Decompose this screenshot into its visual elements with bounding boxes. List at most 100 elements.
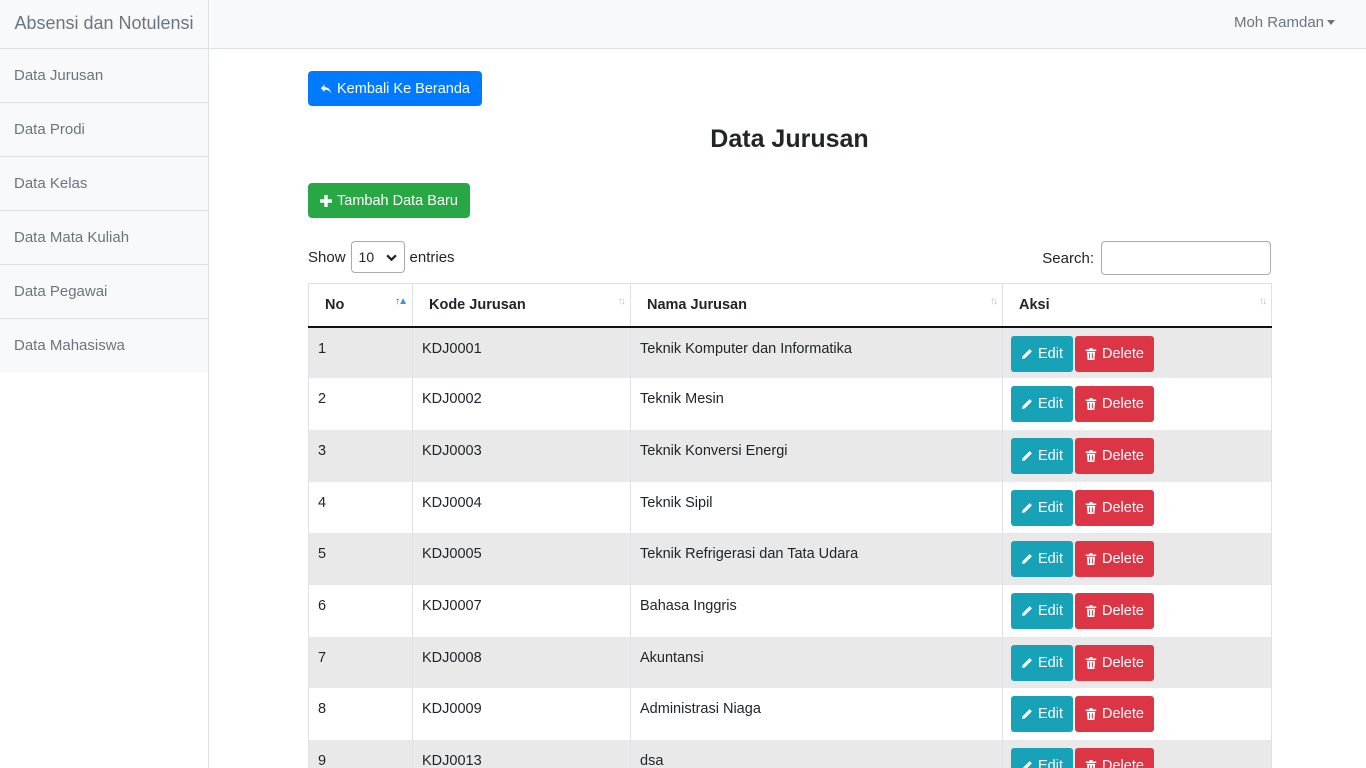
table-row: 7 KDJ0008 Akuntansi Edit Delete — [308, 636, 1272, 689]
pencil-icon — [1022, 606, 1032, 616]
edit-label: Edit — [1038, 345, 1063, 362]
edit-label: Edit — [1038, 602, 1063, 619]
cell-nama-jurusan: dsa — [630, 740, 1003, 768]
delete-button[interactable]: Delete — [1075, 386, 1154, 423]
trash-icon — [1085, 347, 1097, 360]
sidebar-item-data-pegawai[interactable]: Data Pegawai — [0, 265, 208, 319]
top-navbar: Absensi dan Notulensi Moh Ramdan — [0, 0, 1366, 49]
sidebar-item-data-prodi[interactable]: Data Prodi — [0, 103, 208, 157]
trash-icon — [1085, 604, 1097, 617]
search-input[interactable] — [1101, 241, 1271, 275]
cell-kode-jurusan: KDJ0009 — [412, 688, 631, 740]
edit-label: Edit — [1038, 396, 1063, 413]
delete-label: Delete — [1102, 345, 1144, 362]
trash-icon — [1085, 656, 1097, 669]
delete-button[interactable]: Delete — [1075, 644, 1154, 681]
sidebar: Data Jurusan Data Prodi Data Kelas Data … — [0, 49, 209, 768]
cell-aksi: Edit Delete — [1002, 481, 1272, 534]
delete-button[interactable]: Delete — [1075, 748, 1154, 768]
edit-button[interactable]: Edit — [1011, 489, 1073, 526]
sidebar-item-data-kelas[interactable]: Data Kelas — [0, 157, 208, 211]
cell-no: 2 — [308, 378, 413, 430]
sidebar-item-data-jurusan[interactable]: Data Jurusan — [0, 49, 208, 103]
table-row: 3 KDJ0003 Teknik Konversi Energi Edit Delete — [308, 429, 1272, 482]
cell-no: 1 — [308, 326, 413, 379]
cell-aksi: Edit Delete — [1002, 740, 1272, 768]
table-row: 5 KDJ0005 Teknik Refrigerasi dan Tata Udar… — [308, 533, 1272, 585]
delete-button[interactable]: Delete — [1075, 696, 1154, 733]
cell-no: 7 — [308, 636, 413, 689]
pencil-icon — [1022, 348, 1032, 359]
delete-label: Delete — [1102, 602, 1144, 619]
back-button-label: Kembali Ke Beranda — [337, 80, 470, 97]
cell-nama-jurusan: Teknik Sipil — [630, 481, 1003, 534]
cell-no: 6 — [308, 584, 413, 637]
cell-kode-jurusan: KDJ0002 — [412, 378, 631, 430]
cell-aksi: Edit Delete — [1002, 688, 1272, 740]
sort-asc-icon: ↑▲ — [395, 296, 408, 307]
delete-label: Delete — [1102, 654, 1144, 671]
delete-button[interactable]: Delete — [1075, 335, 1154, 372]
app-brand[interactable]: Absensi dan Notulensi — [0, 0, 209, 49]
delete-button[interactable]: Delete — [1075, 541, 1154, 578]
cell-aksi: Edit Delete — [1002, 429, 1272, 482]
column-header-aksi[interactable]: Aksi ↑↓ — [1002, 283, 1272, 328]
cell-aksi: Edit Delete — [1002, 584, 1272, 637]
cell-kode-jurusan: KDJ0004 — [412, 481, 631, 534]
sort-icon: ↑↓ — [990, 296, 998, 307]
edit-label: Edit — [1038, 758, 1063, 768]
page-title: Data Jurusan — [710, 125, 869, 153]
user-name: Moh Ramdan — [1233, 14, 1324, 31]
cell-aksi: Edit Delete — [1002, 326, 1272, 379]
edit-label: Edit — [1038, 551, 1063, 568]
edit-button[interactable]: Edit — [1011, 644, 1073, 681]
entries-selected-value: 10 — [358, 249, 375, 265]
delete-label: Delete — [1102, 758, 1144, 768]
table-row: 4 KDJ0004 Teknik Sipil Edit Delete — [308, 481, 1272, 534]
cell-nama-jurusan: Bahasa Inggris — [630, 584, 1003, 637]
main-content: Kembali Ke Beranda Data Jurusan Tambah D… — [209, 49, 1366, 768]
trash-icon — [1085, 760, 1097, 768]
edit-label: Edit — [1038, 706, 1063, 723]
table-row: 1 KDJ0001 Teknik Komputer dan Informatika E… — [308, 326, 1272, 379]
delete-label: Delete — [1102, 447, 1144, 464]
delete-label: Delete — [1102, 396, 1144, 413]
entries-label: entries — [409, 248, 455, 266]
edit-button[interactable]: Edit — [1011, 386, 1073, 423]
delete-button[interactable]: Delete — [1075, 592, 1154, 629]
column-header-nama-jurusan[interactable]: Nama Jurusan ↑↓ — [630, 283, 1003, 328]
cell-kode-jurusan: KDJ0007 — [412, 584, 631, 637]
edit-button[interactable]: Edit — [1011, 696, 1073, 733]
sort-icon: ↑↓ — [618, 296, 626, 307]
column-header-no[interactable]: No ↑▲ — [308, 283, 413, 328]
trash-icon — [1085, 708, 1097, 721]
pencil-icon — [1022, 657, 1032, 668]
cell-nama-jurusan: Administrasi Niaga — [630, 688, 1003, 740]
edit-button[interactable]: Edit — [1011, 592, 1073, 629]
sort-icon: ↑↓ — [1259, 296, 1267, 307]
pencil-icon — [1022, 554, 1032, 565]
delete-button[interactable]: Delete — [1075, 489, 1154, 526]
cell-nama-jurusan: Akuntansi — [630, 636, 1003, 689]
pencil-icon — [1022, 761, 1032, 768]
edit-button[interactable]: Edit — [1011, 748, 1073, 768]
user-menu-dropdown[interactable]: Moh Ramdan — [1234, 14, 1335, 31]
back-to-home-button[interactable]: Kembali Ke Beranda — [308, 71, 482, 106]
add-new-data-button[interactable]: Tambah Data Baru — [308, 183, 470, 218]
sidebar-item-data-mata-kuliah[interactable]: Data Mata Kuliah — [0, 211, 208, 265]
delete-label: Delete — [1102, 551, 1144, 568]
cell-kode-jurusan: KDJ0008 — [412, 636, 631, 689]
show-label: Show — [308, 248, 346, 266]
reply-arrow-icon — [320, 84, 332, 93]
delete-button[interactable]: Delete — [1075, 437, 1154, 474]
sidebar-item-data-mahasiswa[interactable]: Data Mahasiswa — [0, 319, 208, 373]
entries-per-page-select[interactable]: 10 — [350, 241, 405, 273]
add-button-label: Tambah Data Baru — [337, 192, 458, 209]
cell-kode-jurusan: KDJ0001 — [412, 326, 631, 379]
edit-button[interactable]: Edit — [1011, 541, 1073, 578]
column-header-kode-jurusan[interactable]: Kode Jurusan ↑↓ — [412, 283, 631, 328]
edit-button[interactable]: Edit — [1011, 335, 1073, 372]
search-label: Search: — [1042, 249, 1094, 267]
edit-button[interactable]: Edit — [1011, 437, 1073, 474]
entries-length-control: Show 10 entries — [308, 241, 455, 273]
